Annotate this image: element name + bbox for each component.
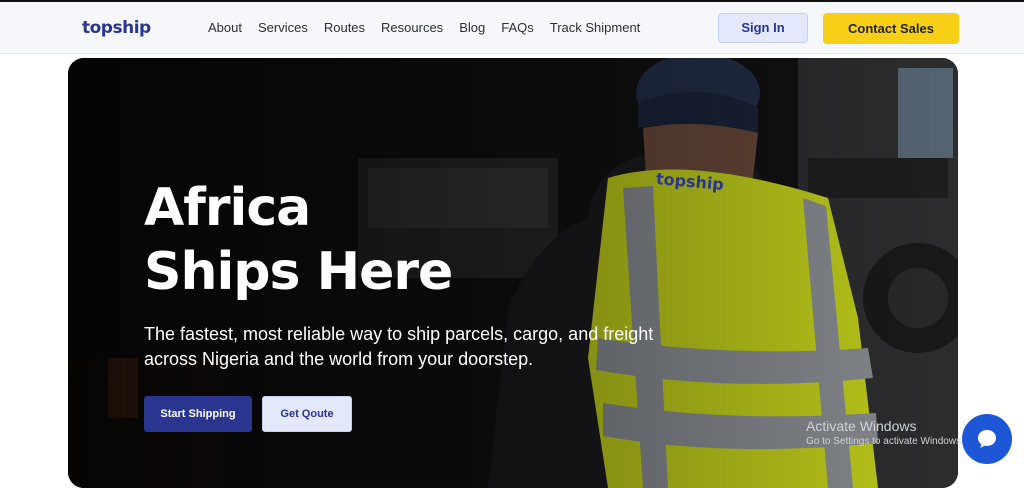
nav-faqs[interactable]: FAQs bbox=[501, 20, 534, 35]
windows-activation-watermark: Activate Windows Go to Settings to activ… bbox=[806, 418, 964, 447]
hero-title-line-1: Africa bbox=[144, 178, 311, 238]
hero-subtitle-line-1: The fastest, most reliable way to ship p… bbox=[144, 324, 654, 344]
nav-about[interactable]: About bbox=[208, 20, 242, 35]
nav-routes[interactable]: Routes bbox=[324, 20, 365, 35]
get-quote-button[interactable]: Get Qoute bbox=[262, 396, 352, 432]
hero-title: Africa Ships Here bbox=[144, 176, 453, 304]
hero-subtitle-line-2: across Nigeria and the world from your d… bbox=[144, 349, 534, 369]
nav-services[interactable]: Services bbox=[258, 20, 308, 35]
site-header: topship About Services Routes Resources … bbox=[0, 2, 1024, 54]
chat-bubble-icon bbox=[978, 430, 996, 448]
hero-title-line-2: Ships Here bbox=[144, 242, 453, 302]
watermark-line-1: Activate Windows bbox=[806, 418, 917, 434]
nav-resources[interactable]: Resources bbox=[381, 20, 443, 35]
topship-logo[interactable]: topship bbox=[82, 18, 151, 38]
hero-subtitle: The fastest, most reliable way to ship p… bbox=[144, 322, 684, 372]
start-shipping-button[interactable]: Start Shipping bbox=[144, 396, 252, 432]
chat-button[interactable] bbox=[962, 414, 1012, 464]
contact-sales-button[interactable]: Contact Sales bbox=[823, 13, 959, 44]
nav-blog[interactable]: Blog bbox=[459, 20, 485, 35]
nav-track-shipment[interactable]: Track Shipment bbox=[550, 20, 641, 35]
main-nav: About Services Routes Resources Blog FAQ… bbox=[208, 20, 656, 35]
watermark-line-2: Go to Settings to activate Windows. bbox=[806, 436, 964, 447]
sign-in-button[interactable]: Sign In bbox=[718, 13, 808, 43]
